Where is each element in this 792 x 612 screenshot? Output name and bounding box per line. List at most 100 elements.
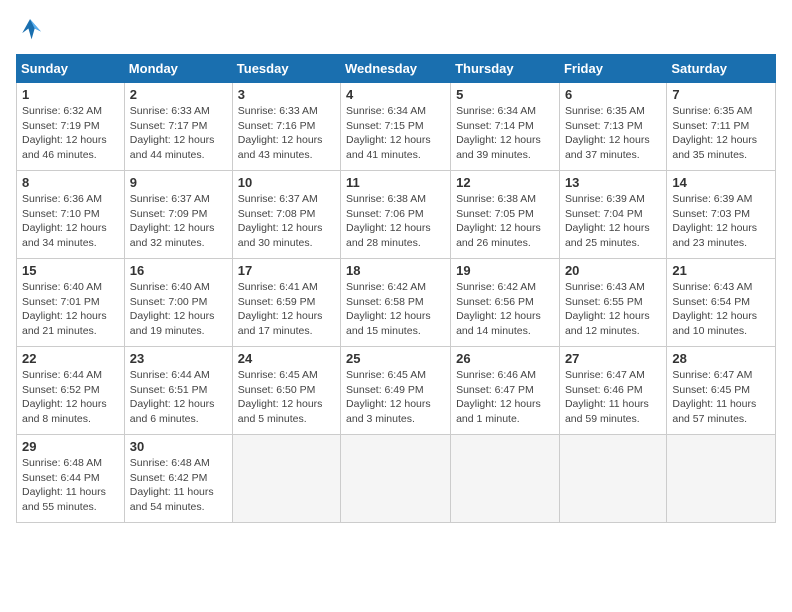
calendar-cell: 22 Sunrise: 6:44 AMSunset: 6:52 PMDayligh…: [17, 347, 125, 435]
day-number: 21: [672, 263, 770, 278]
day-info: Sunrise: 6:43 AMSunset: 6:55 PMDaylight:…: [565, 280, 661, 339]
calendar-cell: 30 Sunrise: 6:48 AMSunset: 6:42 PMDayligh…: [124, 435, 232, 523]
calendar-cell: 23 Sunrise: 6:44 AMSunset: 6:51 PMDayligh…: [124, 347, 232, 435]
day-number: 15: [22, 263, 119, 278]
calendar-cell: 24 Sunrise: 6:45 AMSunset: 6:50 PMDayligh…: [232, 347, 340, 435]
calendar-cell: 4 Sunrise: 6:34 AMSunset: 7:15 PMDaylight…: [341, 83, 451, 171]
day-info: Sunrise: 6:40 AMSunset: 7:00 PMDaylight:…: [130, 280, 227, 339]
calendar-cell: 6 Sunrise: 6:35 AMSunset: 7:13 PMDaylight…: [559, 83, 666, 171]
calendar-cell: 12 Sunrise: 6:38 AMSunset: 7:05 PMDayligh…: [451, 171, 560, 259]
day-info: Sunrise: 6:39 AMSunset: 7:04 PMDaylight:…: [565, 192, 661, 251]
calendar-cell: 1 Sunrise: 6:32 AMSunset: 7:19 PMDaylight…: [17, 83, 125, 171]
col-header-thursday: Thursday: [451, 55, 560, 83]
calendar-cell: 17Sunrise: 6:41 AMSunset: 6:59 PMDayligh…: [232, 259, 340, 347]
calendar-cell: 5Sunrise: 6:34 AMSunset: 7:14 PMDaylight…: [451, 83, 560, 171]
calendar-cell: 19 Sunrise: 6:42 AMSunset: 6:56 PMDayligh…: [451, 259, 560, 347]
day-number: 9: [130, 175, 227, 190]
day-info: Sunrise: 6:38 AMSunset: 7:06 PMDaylight:…: [346, 192, 445, 251]
calendar-cell: 28Sunrise: 6:47 AMSunset: 6:45 PMDayligh…: [667, 347, 776, 435]
day-number: 7: [672, 87, 770, 102]
logo: [16, 16, 48, 44]
page-header: [16, 16, 776, 44]
day-info: Sunrise: 6:47 AMSunset: 6:45 PMDaylight:…: [672, 368, 770, 427]
week-row-2: 8 Sunrise: 6:36 AMSunset: 7:10 PMDaylight…: [17, 171, 776, 259]
day-number: 3: [238, 87, 335, 102]
day-number: 18: [346, 263, 445, 278]
col-header-monday: Monday: [124, 55, 232, 83]
col-header-wednesday: Wednesday: [341, 55, 451, 83]
day-info: Sunrise: 6:40 AMSunset: 7:01 PMDaylight:…: [22, 280, 119, 339]
day-number: 2: [130, 87, 227, 102]
day-number: 10: [238, 175, 335, 190]
day-number: 1: [22, 87, 119, 102]
calendar-cell: 25Sunrise: 6:45 AMSunset: 6:49 PMDayligh…: [341, 347, 451, 435]
calendar-cell: [451, 435, 560, 523]
calendar-cell: 27 Sunrise: 6:47 AMSunset: 6:46 PMDayligh…: [559, 347, 666, 435]
day-number: 26: [456, 351, 554, 366]
day-number: 8: [22, 175, 119, 190]
day-info: Sunrise: 6:36 AMSunset: 7:10 PMDaylight:…: [22, 192, 119, 251]
day-info: Sunrise: 6:34 AMSunset: 7:14 PMDaylight:…: [456, 104, 554, 163]
day-number: 29: [22, 439, 119, 454]
calendar-cell: [341, 435, 451, 523]
week-row-5: 29 Sunrise: 6:48 AMSunset: 6:44 PMDayligh…: [17, 435, 776, 523]
day-info: Sunrise: 6:48 AMSunset: 6:44 PMDaylight:…: [22, 456, 119, 515]
day-info: Sunrise: 6:42 AMSunset: 6:58 PMDaylight:…: [346, 280, 445, 339]
day-info: Sunrise: 6:43 AMSunset: 6:54 PMDaylight:…: [672, 280, 770, 339]
day-number: 14: [672, 175, 770, 190]
day-number: 27: [565, 351, 661, 366]
calendar-cell: 13 Sunrise: 6:39 AMSunset: 7:04 PMDayligh…: [559, 171, 666, 259]
day-number: 6: [565, 87, 661, 102]
day-info: Sunrise: 6:46 AMSunset: 6:47 PMDaylight:…: [456, 368, 554, 427]
calendar-cell: [232, 435, 340, 523]
day-info: Sunrise: 6:35 AMSunset: 7:11 PMDaylight:…: [672, 104, 770, 163]
day-number: 12: [456, 175, 554, 190]
day-info: Sunrise: 6:44 AMSunset: 6:52 PMDaylight:…: [22, 368, 119, 427]
day-info: Sunrise: 6:44 AMSunset: 6:51 PMDaylight:…: [130, 368, 227, 427]
day-number: 25: [346, 351, 445, 366]
day-info: Sunrise: 6:47 AMSunset: 6:46 PMDaylight:…: [565, 368, 661, 427]
logo-icon: [16, 16, 44, 44]
day-info: Sunrise: 6:34 AMSunset: 7:15 PMDaylight:…: [346, 104, 445, 163]
calendar-cell: 16 Sunrise: 6:40 AMSunset: 7:00 PMDayligh…: [124, 259, 232, 347]
calendar-cell: [667, 435, 776, 523]
calendar-cell: 18 Sunrise: 6:42 AMSunset: 6:58 PMDayligh…: [341, 259, 451, 347]
day-info: Sunrise: 6:33 AMSunset: 7:17 PMDaylight:…: [130, 104, 227, 163]
day-info: Sunrise: 6:33 AMSunset: 7:16 PMDaylight:…: [238, 104, 335, 163]
col-header-sunday: Sunday: [17, 55, 125, 83]
col-header-tuesday: Tuesday: [232, 55, 340, 83]
day-number: 13: [565, 175, 661, 190]
calendar-table: SundayMondayTuesdayWednesdayThursdayFrid…: [16, 54, 776, 523]
day-number: 24: [238, 351, 335, 366]
day-number: 23: [130, 351, 227, 366]
day-info: Sunrise: 6:35 AMSunset: 7:13 PMDaylight:…: [565, 104, 661, 163]
week-row-3: 15 Sunrise: 6:40 AMSunset: 7:01 PMDayligh…: [17, 259, 776, 347]
day-info: Sunrise: 6:37 AMSunset: 7:08 PMDaylight:…: [238, 192, 335, 251]
day-info: Sunrise: 6:48 AMSunset: 6:42 PMDaylight:…: [130, 456, 227, 515]
calendar-cell: 29 Sunrise: 6:48 AMSunset: 6:44 PMDayligh…: [17, 435, 125, 523]
day-info: Sunrise: 6:32 AMSunset: 7:19 PMDaylight:…: [22, 104, 119, 163]
calendar-cell: 9 Sunrise: 6:37 AMSunset: 7:09 PMDaylight…: [124, 171, 232, 259]
day-number: 19: [456, 263, 554, 278]
day-number: 20: [565, 263, 661, 278]
calendar-cell: 3 Sunrise: 6:33 AMSunset: 7:16 PMDaylight…: [232, 83, 340, 171]
calendar-cell: 11Sunrise: 6:38 AMSunset: 7:06 PMDayligh…: [341, 171, 451, 259]
day-number: 22: [22, 351, 119, 366]
calendar-cell: 26 Sunrise: 6:46 AMSunset: 6:47 PMDayligh…: [451, 347, 560, 435]
col-header-saturday: Saturday: [667, 55, 776, 83]
day-number: 30: [130, 439, 227, 454]
day-number: 4: [346, 87, 445, 102]
calendar-cell: [559, 435, 666, 523]
day-info: Sunrise: 6:38 AMSunset: 7:05 PMDaylight:…: [456, 192, 554, 251]
day-number: 16: [130, 263, 227, 278]
day-info: Sunrise: 6:39 AMSunset: 7:03 PMDaylight:…: [672, 192, 770, 251]
calendar-cell: 2 Sunrise: 6:33 AMSunset: 7:17 PMDaylight…: [124, 83, 232, 171]
calendar-cell: 21 Sunrise: 6:43 AMSunset: 6:54 PMDayligh…: [667, 259, 776, 347]
calendar-cell: 15 Sunrise: 6:40 AMSunset: 7:01 PMDayligh…: [17, 259, 125, 347]
day-info: Sunrise: 6:42 AMSunset: 6:56 PMDaylight:…: [456, 280, 554, 339]
day-info: Sunrise: 6:45 AMSunset: 6:50 PMDaylight:…: [238, 368, 335, 427]
calendar-cell: 7 Sunrise: 6:35 AMSunset: 7:11 PMDaylight…: [667, 83, 776, 171]
week-row-4: 22 Sunrise: 6:44 AMSunset: 6:52 PMDayligh…: [17, 347, 776, 435]
day-info: Sunrise: 6:37 AMSunset: 7:09 PMDaylight:…: [130, 192, 227, 251]
calendar-cell: 10 Sunrise: 6:37 AMSunset: 7:08 PMDayligh…: [232, 171, 340, 259]
